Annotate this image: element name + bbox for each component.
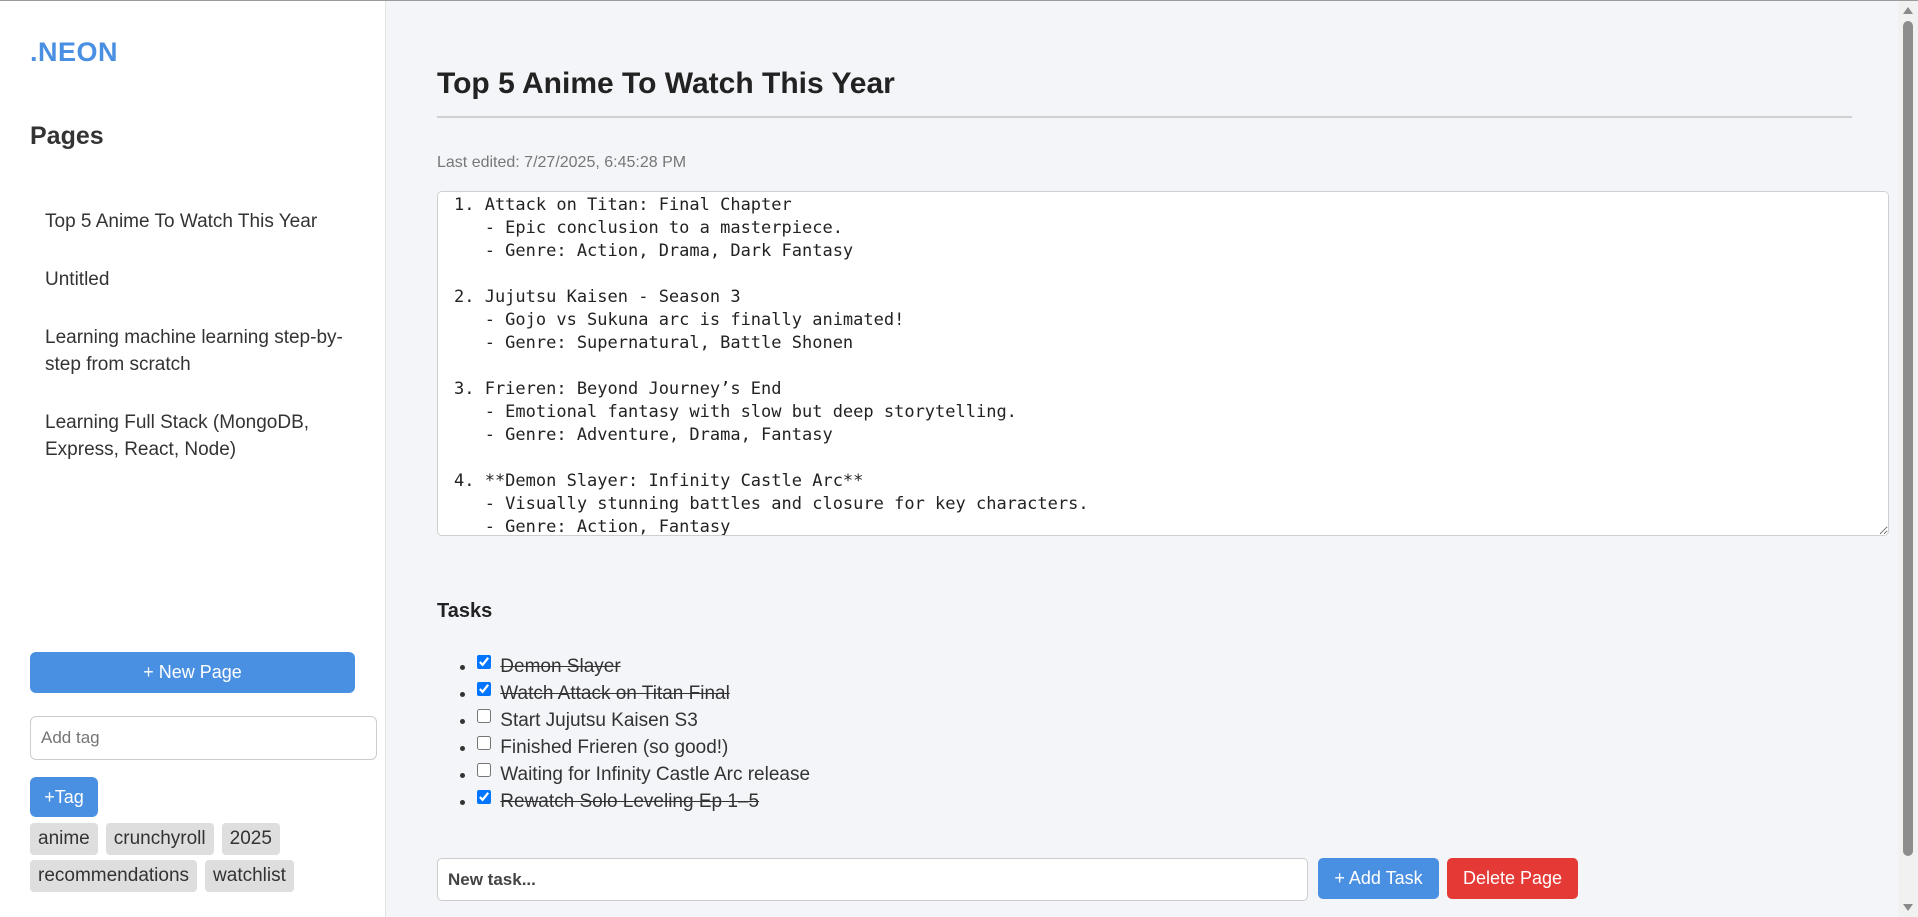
add-tag-button[interactable]: +Tag [30, 777, 98, 817]
task-checkbox[interactable] [477, 736, 491, 750]
scroll-down-arrow-icon[interactable] [1903, 904, 1913, 911]
page-title[interactable]: Top 5 Anime To Watch This Year [437, 67, 895, 101]
task-item: Start Jujutsu Kaisen S3 [477, 707, 810, 734]
add-tag-input[interactable] [30, 716, 377, 760]
task-checkbox[interactable] [477, 655, 491, 669]
tasks-heading: Tasks [437, 600, 493, 622]
title-divider [437, 116, 1852, 118]
pages-heading: Pages [30, 122, 104, 150]
last-edited-timestamp: Last edited: 7/27/2025, 6:45:28 PM [437, 154, 687, 171]
task-text: Finished Frieren (so good!) [500, 737, 729, 758]
task-checkbox[interactable] [477, 790, 491, 804]
page-scrollbar[interactable] [1898, 1, 1918, 917]
task-item: Finished Frieren (so good!) [477, 734, 810, 761]
page-list: Top 5 Anime To Watch This Year Untitled … [30, 201, 360, 487]
task-checkbox[interactable] [477, 709, 491, 723]
app-window: .NEON Pages Top 5 Anime To Watch This Ye… [0, 0, 1918, 917]
task-text: Waiting for Infinity Castle Arc release [500, 764, 811, 785]
task-checkbox[interactable] [477, 763, 491, 777]
sidebar-page-item[interactable]: Untitled [30, 259, 360, 300]
delete-page-button[interactable]: Delete Page [1447, 858, 1578, 899]
tag-list: anime crunchyroll 2025 recommendations w… [30, 823, 380, 892]
task-item: Watch Attack on Titan Final [477, 680, 810, 707]
new-task-input[interactable] [437, 858, 1308, 901]
new-page-button[interactable]: + New Page [30, 652, 355, 693]
task-item: Demon Slayer [477, 653, 810, 680]
page-content-editor[interactable] [437, 191, 1889, 536]
main-content: Top 5 Anime To Watch This Year Last edit… [387, 1, 1898, 917]
task-item: Rewatch Solo Leveling Ep 1–5 [477, 788, 810, 815]
task-item: Waiting for Infinity Castle Arc release [477, 761, 810, 788]
sidebar: .NEON Pages Top 5 Anime To Watch This Ye… [0, 1, 386, 917]
task-text: Demon Slayer [500, 656, 621, 677]
tag-chip[interactable]: crunchyroll [105, 823, 214, 855]
tag-chip[interactable]: 2025 [221, 823, 280, 855]
task-list: Demon Slayer Watch Attack on Titan Final… [437, 653, 810, 815]
sidebar-page-item[interactable]: Top 5 Anime To Watch This Year [30, 201, 360, 242]
task-checkbox[interactable] [477, 682, 491, 696]
sidebar-page-item[interactable]: Learning Full Stack (MongoDB, Express, R… [30, 402, 360, 470]
tag-chip[interactable]: watchlist [205, 860, 294, 892]
sidebar-page-item[interactable]: Learning machine learning step-by-step f… [30, 317, 360, 385]
task-text: Rewatch Solo Leveling Ep 1–5 [500, 791, 760, 812]
tag-chip[interactable]: anime [30, 823, 98, 855]
tag-chip[interactable]: recommendations [30, 860, 198, 892]
scroll-up-arrow-icon[interactable] [1903, 7, 1913, 14]
app-logo[interactable]: .NEON [30, 37, 118, 68]
scrollbar-thumb[interactable] [1903, 21, 1913, 856]
task-text: Start Jujutsu Kaisen S3 [500, 710, 698, 731]
add-task-button[interactable]: + Add Task [1318, 858, 1439, 899]
task-text: Watch Attack on Titan Final [500, 683, 730, 704]
